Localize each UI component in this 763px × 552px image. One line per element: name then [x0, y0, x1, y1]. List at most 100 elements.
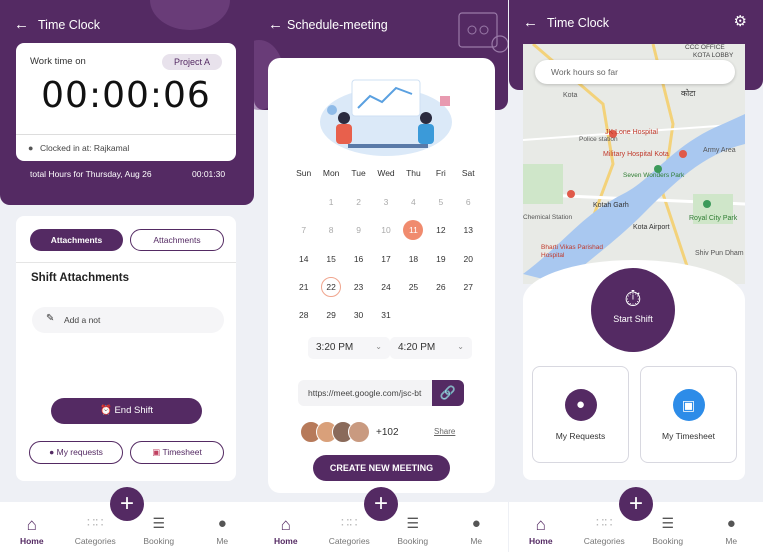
page-title: Time Clock	[547, 16, 610, 30]
search-input[interactable]: Work hours so far	[535, 60, 735, 84]
calendar-day[interactable]: 26	[431, 277, 451, 297]
end-time-select[interactable]: 4:20 PM ⌄	[390, 337, 472, 359]
screen-time-clock-start: ← Time Clock ⚙ CCC OFFICE KOTA LOBBY Kot…	[509, 0, 763, 552]
map-label: JK Lone Hospital	[605, 129, 658, 136]
calendar-day[interactable]: 28	[294, 305, 314, 325]
nav-categories-label: Categories	[74, 536, 116, 546]
weekday-header: Tue	[351, 168, 366, 178]
calendar-day[interactable]: 27	[458, 277, 478, 297]
nav-me[interactable]: ● Me	[700, 502, 763, 552]
map-label: Shiv Pun Dham	[695, 250, 744, 257]
start-shift-button[interactable]: ⏱ Start Shift	[591, 268, 675, 352]
calendar-day[interactable]: 20	[458, 249, 478, 269]
calendar-day[interactable]: 19	[431, 249, 451, 269]
add-button[interactable]: +	[619, 487, 653, 521]
calendar-day[interactable]: 5	[431, 192, 451, 212]
tab-attachments-active[interactable]: Attachments	[30, 229, 123, 251]
my-requests-button[interactable]: ● My requests	[29, 441, 123, 464]
add-button[interactable]: +	[110, 487, 144, 521]
my-requests-tile[interactable]: ● My Requests	[532, 366, 629, 463]
tab-attachments[interactable]: Attachments	[130, 229, 224, 251]
nav-categories-label: Categories	[583, 536, 625, 546]
back-arrow-icon[interactable]: ←	[523, 14, 538, 31]
nav-home[interactable]: ⌂ Home	[254, 502, 318, 552]
map-label: Seven Wonders Park	[623, 172, 685, 179]
nav-booking-label: Booking	[652, 536, 684, 546]
meeting-illustration	[320, 79, 452, 156]
my-requests-label: My Requests	[555, 431, 606, 441]
nav-home-label: Home	[528, 536, 553, 546]
my-timesheet-label: My Timesheet	[662, 431, 715, 441]
home-icon: ⌂	[280, 515, 291, 534]
start-time-select[interactable]: 3:20 PM ⌄	[308, 337, 390, 359]
calendar-day[interactable]: 16	[349, 249, 369, 269]
back-arrow-icon[interactable]: ←	[14, 16, 29, 33]
calendar-day[interactable]: 3	[376, 192, 396, 212]
clocked-in-text: Clocked in at: Rajkamal	[40, 143, 130, 153]
calendar-day[interactable]: 1	[321, 192, 341, 212]
back-arrow-icon[interactable]: ←	[268, 16, 283, 33]
calendar-day[interactable]: 15	[321, 249, 341, 269]
calendar-day[interactable]: 12	[431, 220, 451, 240]
nav-home[interactable]: ⌂ Home	[509, 502, 573, 552]
avatar	[348, 421, 370, 443]
grid-icon: ∷∷	[595, 515, 613, 530]
calendar-day[interactable]: 23	[349, 277, 369, 297]
calendar-day[interactable]: 14	[294, 249, 314, 269]
calendar-day[interactable]: 9	[349, 220, 369, 240]
create-meeting-button[interactable]: CREATE NEW MEETING	[313, 455, 450, 481]
map-label: Kota Airport	[633, 224, 670, 231]
note-input[interactable]: ✎ Add a not	[32, 307, 224, 333]
section-title: Shift Attachments	[31, 272, 129, 284]
user-icon: ●	[49, 447, 55, 457]
calendar-day[interactable]: 6	[458, 192, 478, 212]
pencil-icon: ✎	[46, 313, 55, 324]
timesheet-button[interactable]: ▣ Timesheet	[130, 441, 224, 464]
location-pin-icon: ●	[28, 143, 34, 153]
attachments-card: Attachments Attachments Shift Attachment…	[16, 216, 236, 481]
calendar-day[interactable]: 10	[376, 220, 396, 240]
calendar-day[interactable]: 31	[376, 305, 396, 325]
calendar-day[interactable]: 4	[403, 192, 423, 212]
calendar-day[interactable]: 13	[458, 220, 478, 240]
meeting-illustration-icon	[458, 12, 508, 53]
my-timesheet-tile[interactable]: ▣ My Timesheet	[640, 366, 737, 463]
nav-me-label: Me	[470, 536, 483, 546]
end-shift-button[interactable]: ⏰ End Shift	[51, 398, 202, 424]
screen-schedule-meeting: ← Schedule-meeting Sun Mon Tue Wed Thu Fri Sat…	[254, 0, 508, 552]
grid-icon: ∷∷	[86, 515, 104, 530]
calendar-day[interactable]: 11	[403, 220, 424, 241]
meet-link-input[interactable]: https://meet.google.com/jsc-bt 🔗	[298, 380, 464, 406]
bottom-nav: ⌂ Home ∷∷ Categories ☰ Booking ● Me +	[0, 487, 255, 552]
project-badge[interactable]: Project A	[161, 54, 222, 70]
add-button[interactable]: +	[364, 487, 398, 521]
booking-icon: ☰	[661, 515, 675, 531]
booking-icon: ☰	[152, 515, 166, 531]
booking-icon: ☰	[406, 515, 420, 531]
timesheet-label: Timesheet	[162, 447, 202, 457]
calendar-day[interactable]: 8	[321, 220, 341, 240]
map[interactable]: CCC OFFICE KOTA LOBBY Kota कोटा Police s…	[523, 44, 745, 284]
calendar-day[interactable]: 25	[403, 277, 423, 297]
calendar-day[interactable]: 17	[376, 249, 396, 269]
timer-card: Work time on Project A 00:00:06 ● Clocke…	[16, 43, 236, 161]
calendar-day[interactable]: 30	[349, 305, 369, 325]
nav-me[interactable]: ● Me	[445, 502, 509, 552]
calendar-day[interactable]: 18	[403, 249, 423, 269]
weekday-header: Thu	[406, 168, 421, 178]
gear-icon[interactable]: ⚙	[734, 12, 747, 30]
link-icon[interactable]: 🔗	[432, 380, 464, 406]
share-link[interactable]: Share	[434, 427, 455, 436]
map-label: Police station	[579, 136, 618, 143]
calendar-day[interactable]: 24	[376, 277, 396, 297]
calendar-day[interactable]: 2	[349, 192, 369, 212]
calendar-day[interactable]: 7	[294, 220, 314, 240]
person-icon: ●	[726, 515, 736, 532]
nav-home[interactable]: ⌂ Home	[0, 502, 64, 552]
more-participants-count: +102	[376, 427, 399, 438]
calendar-day[interactable]: 29	[321, 305, 341, 325]
calendar-day[interactable]: 21	[294, 277, 314, 297]
nav-me[interactable]: ● Me	[191, 502, 255, 552]
person-icon: ●	[471, 515, 481, 532]
calendar-day[interactable]: 22	[321, 276, 342, 297]
